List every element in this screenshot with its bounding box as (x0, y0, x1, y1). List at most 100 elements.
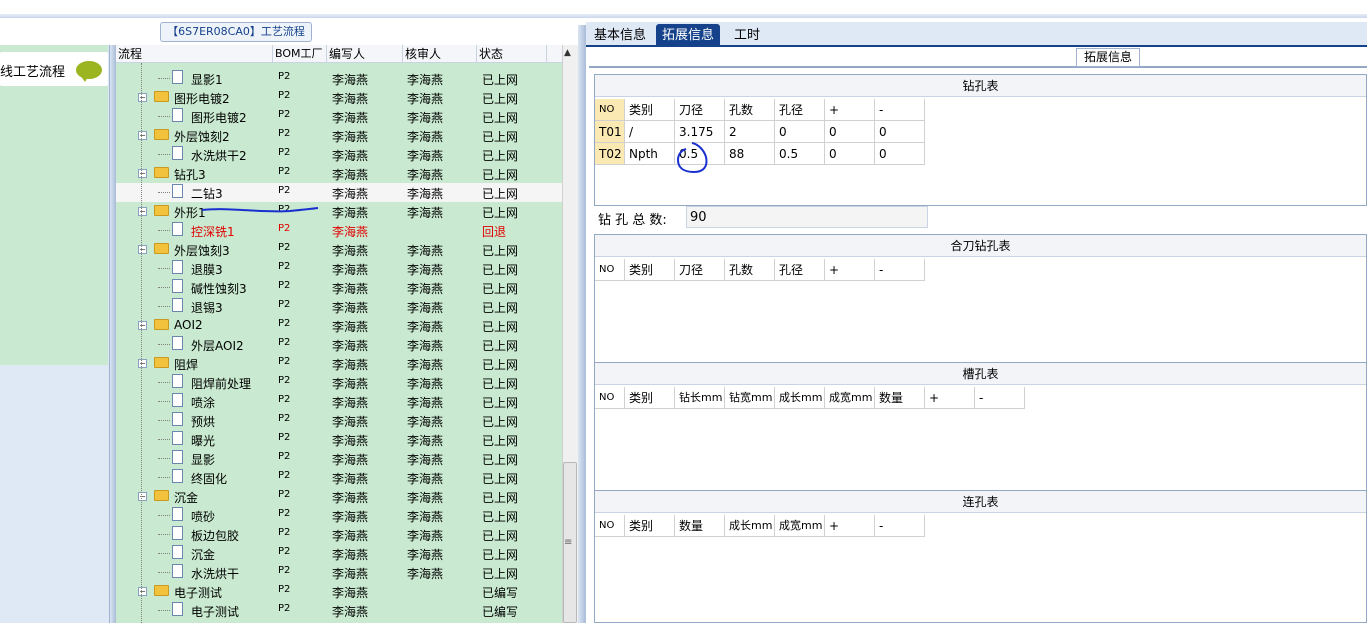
tree-row[interactable]: 终固化 P2 李海燕 李海燕 已上网 (116, 468, 562, 487)
drill-table-cell[interactable]: 0 (825, 143, 875, 165)
col-header-writer[interactable]: 编写人 (327, 45, 403, 63)
combined-table-header-cell[interactable]: 孔数 (725, 259, 775, 281)
tree-row[interactable]: 预烘 P2 李海燕 李海燕 已上网 (116, 411, 562, 430)
link-table-header-cell[interactable]: 成长mm (725, 515, 775, 537)
collapse-toggle-icon[interactable]: − (138, 131, 147, 140)
tree-cell-reviewer: 李海燕 (407, 130, 444, 144)
link-table-header-cell[interactable]: 数量 (675, 515, 725, 537)
collapse-toggle-icon[interactable]: − (138, 492, 147, 501)
drill-table-cell[interactable]: T02 (595, 143, 625, 165)
tree-row[interactable]: − 外层蚀刻3 P2 李海燕 李海燕 已上网 (116, 240, 562, 259)
slot-table-header-cell[interactable]: 钻宽mm (725, 387, 775, 409)
tree-row[interactable]: 图形电镀2 P2 李海燕 李海燕 已上网 (116, 107, 562, 126)
drill-table-cell[interactable]: 88 (725, 143, 775, 165)
drill-table-cell[interactable]: Npth (625, 143, 675, 165)
collapse-toggle-icon[interactable]: − (138, 93, 147, 102)
slot-table-header-cell[interactable]: 类别 (625, 387, 675, 409)
col-header-process[interactable]: 流程 (116, 45, 273, 63)
link-table-header-cell[interactable]: - (875, 515, 925, 537)
tree-row[interactable]: − 钻孔3 P2 李海燕 李海燕 已上网 (116, 164, 562, 183)
drill-table-header-cell[interactable]: - (875, 99, 925, 121)
drill-table-cell[interactable]: / (625, 121, 675, 143)
tab-basic-info[interactable]: 基本信息 (588, 24, 652, 47)
link-table-header-cell[interactable]: NO (595, 515, 625, 537)
combined-table-header-cell[interactable]: 孔径 (775, 259, 825, 281)
collapse-toggle-icon[interactable]: − (138, 207, 147, 216)
slot-table-header-cell[interactable]: 数量 (875, 387, 925, 409)
drill-table-header-cell[interactable]: 孔径 (775, 99, 825, 121)
combined-table-header-cell[interactable]: + (825, 259, 875, 281)
tree-cell-status: 已上网 (482, 263, 519, 277)
drill-table-header-cell[interactable]: NO (595, 99, 625, 121)
slot-table-header-cell[interactable]: 成长mm (775, 387, 825, 409)
tree-row[interactable]: 阻焊前处理 P2 李海燕 李海燕 已上网 (116, 373, 562, 392)
speech-bubble-icon[interactable] (76, 61, 102, 82)
drill-table-cell[interactable]: 0 (875, 121, 925, 143)
drill-table-cell[interactable]: 0 (775, 121, 825, 143)
col-header-status[interactable]: 状态 (477, 45, 547, 63)
tree-row[interactable]: 水洗烘干 P2 李海燕 李海燕 已上网 (116, 563, 562, 582)
left-nav-item[interactable]: 线工艺流程 (0, 52, 108, 86)
combined-table-header-cell[interactable]: NO (595, 259, 625, 281)
tree-row[interactable]: − 沉金 P2 李海燕 李海燕 已上网 (116, 487, 562, 506)
drill-table-cell[interactable]: T01 (595, 121, 625, 143)
tree-connector (158, 610, 170, 611)
tree-row[interactable]: 二钻3 P2 李海燕 李海燕 已上网 (116, 183, 562, 202)
drill-table-cell[interactable]: 0 (825, 121, 875, 143)
tree-row[interactable]: 显影 P2 李海燕 李海燕 已上网 (116, 449, 562, 468)
collapse-toggle-icon[interactable]: − (138, 245, 147, 254)
drill-table-header-cell[interactable]: 类别 (625, 99, 675, 121)
slot-table-header-cell[interactable]: NO (595, 387, 625, 409)
tree-row[interactable]: 板边包胶 P2 李海燕 李海燕 已上网 (116, 525, 562, 544)
slot-table-header-cell[interactable]: + (925, 387, 975, 409)
drill-total-field[interactable]: 90 (686, 206, 928, 228)
collapse-toggle-icon[interactable]: − (138, 321, 147, 330)
scroll-grip-icon: ≡ (564, 537, 573, 548)
collapse-toggle-icon[interactable]: − (138, 587, 147, 596)
combined-table-header-cell[interactable]: 类别 (625, 259, 675, 281)
tree-row[interactable]: − 图形电镀2 P2 李海燕 李海燕 已上网 (116, 88, 562, 107)
tab-extended-info[interactable]: 拓展信息 (656, 24, 721, 47)
slot-table-header-cell[interactable]: 成宽mm (825, 387, 875, 409)
tree-row[interactable]: 喷涂 P2 李海燕 李海燕 已上网 (116, 392, 562, 411)
tree-row[interactable]: 碱性蚀刻3 P2 李海燕 李海燕 已上网 (116, 278, 562, 297)
tree-row[interactable]: 控深铣1 P2 李海燕 回退 (116, 221, 562, 240)
collapse-toggle-icon[interactable]: − (138, 169, 147, 178)
combined-table-header-cell[interactable]: - (875, 259, 925, 281)
tree-row[interactable]: 水洗烘干2 P2 李海燕 李海燕 已上网 (116, 145, 562, 164)
link-table-header-cell[interactable]: 类别 (625, 515, 675, 537)
scroll-up-arrow-icon[interactable]: ▲ (564, 48, 571, 58)
combined-table-header-cell[interactable]: 刀径 (675, 259, 725, 281)
tree-cell-reviewer: 李海燕 (407, 491, 444, 505)
tree-row[interactable]: − AOI2 P2 李海燕 李海燕 已上网 (116, 316, 562, 335)
link-table-header-cell[interactable]: + (825, 515, 875, 537)
center-splitter[interactable] (578, 25, 586, 623)
drill-table-header-cell[interactable]: + (825, 99, 875, 121)
slot-table-header-cell[interactable]: 钻长mm (675, 387, 725, 409)
col-header-bom[interactable]: BOM工厂 (273, 45, 327, 63)
tree-cell-bom: P2 (278, 185, 291, 196)
tree-row[interactable]: 外层AOI2 P2 李海燕 李海燕 已上网 (116, 335, 562, 354)
tree-row[interactable]: − 电子测试 P2 李海燕 已编写 (116, 582, 562, 601)
slot-table-header-cell[interactable]: - (975, 387, 1025, 409)
tree-row[interactable]: − 外形1 P2 李海燕 李海燕 已上网 (116, 202, 562, 221)
tree-row[interactable]: 沉金 P2 李海燕 李海燕 已上网 (116, 544, 562, 563)
tree-row[interactable]: 退锡3 P2 李海燕 李海燕 已上网 (116, 297, 562, 316)
panel-top-rule (589, 66, 1367, 68)
drill-table-cell[interactable]: 0.5 (775, 143, 825, 165)
tree-row[interactable]: 电子测试 P2 李海燕 已编写 (116, 601, 562, 620)
col-header-reviewer[interactable]: 核审人 (403, 45, 477, 63)
drill-table-cell[interactable]: 2 (725, 121, 775, 143)
drill-table-cell[interactable]: 0 (875, 143, 925, 165)
tree-row[interactable]: − 外层蚀刻2 P2 李海燕 李海燕 已上网 (116, 126, 562, 145)
tree-row[interactable]: 退膜3 P2 李海燕 李海燕 已上网 (116, 259, 562, 278)
link-table-header-cell[interactable]: 成宽mm (775, 515, 825, 537)
drill-table-header-cell[interactable]: 刀径 (675, 99, 725, 121)
tree-row[interactable]: 显影1 P2 李海燕 李海燕 已上网 (116, 69, 562, 88)
tab-work-hours[interactable]: 工时 (728, 24, 766, 47)
tree-row[interactable]: 曝光 P2 李海燕 李海燕 已上网 (116, 430, 562, 449)
drill-table-header-cell[interactable]: 孔数 (725, 99, 775, 121)
collapse-toggle-icon[interactable]: − (138, 359, 147, 368)
tree-row[interactable]: 喷砂 P2 李海燕 李海燕 已上网 (116, 506, 562, 525)
tree-row[interactable]: − 阻焊 P2 李海燕 李海燕 已上网 (116, 354, 562, 373)
